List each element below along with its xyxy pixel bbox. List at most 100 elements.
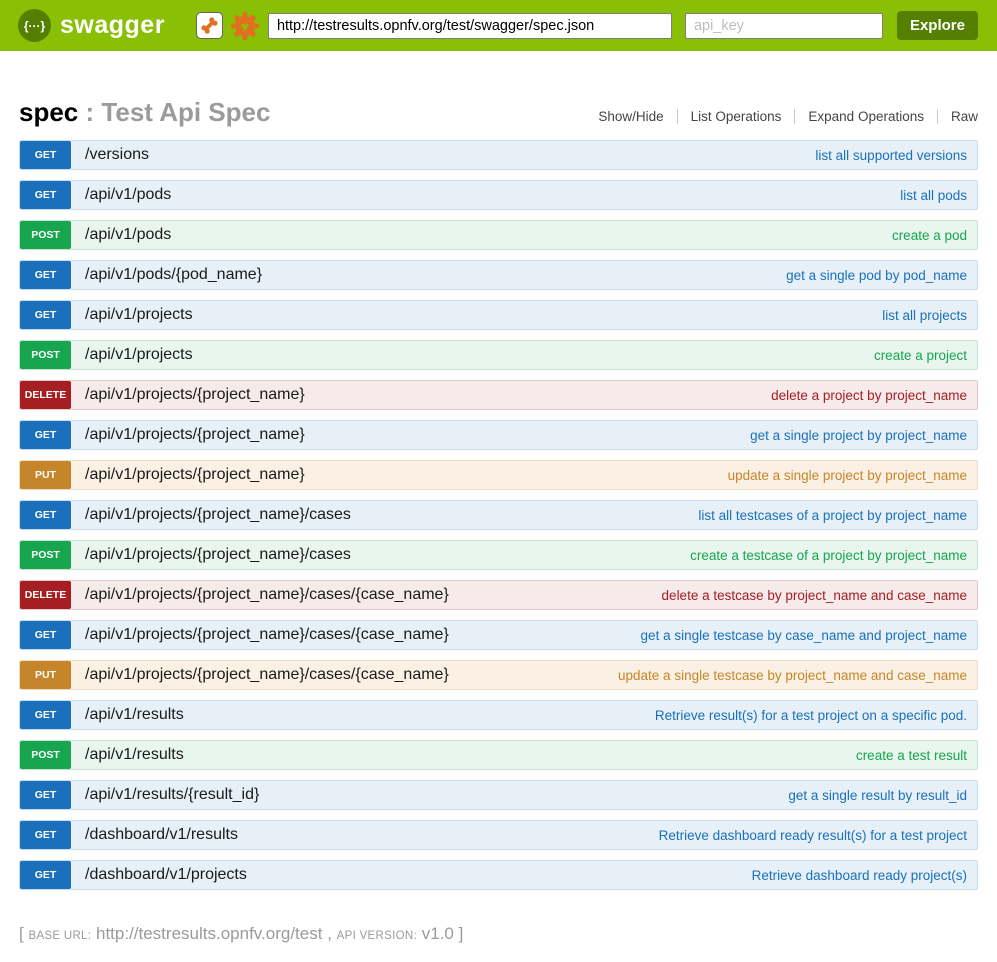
swagger-logo-glyph: {···} xyxy=(24,19,45,33)
endpoint-summary[interactable]: list all pods xyxy=(900,188,977,203)
endpoint-summary[interactable]: get a single result by result_id xyxy=(788,788,977,803)
endpoint-row[interactable]: POST/api/v1/pods create a pod xyxy=(19,220,978,250)
endpoint-path[interactable]: /api/v1/projects/{project_name} xyxy=(85,386,305,404)
endpoint-row[interactable]: GET/api/v1/projects list all projects xyxy=(19,300,978,330)
spec-url-input[interactable] xyxy=(268,13,672,39)
wordnik-gear-button[interactable]: ♥ xyxy=(230,11,260,41)
endpoint-summary[interactable]: create a pod xyxy=(892,228,977,243)
base-url-label: base url: xyxy=(28,930,91,942)
method-badge[interactable]: POST xyxy=(20,221,71,249)
endpoint-summary[interactable]: update a single project by project_name xyxy=(728,468,977,483)
method-badge[interactable]: POST xyxy=(20,541,71,569)
base-url-footer: [ base url: http://testresults.opnfv.org… xyxy=(19,924,978,944)
method-badge[interactable]: POST xyxy=(20,341,71,369)
endpoint-summary[interactable]: list all supported versions xyxy=(815,148,977,163)
nav-show-hide[interactable]: Show/Hide xyxy=(585,109,676,124)
endpoint-path[interactable]: /api/v1/pods xyxy=(85,226,171,244)
endpoint-path[interactable]: /api/v1/projects/{project_name}/cases/{c… xyxy=(85,586,449,604)
endpoint-row[interactable]: GET/api/v1/projects/{project_name}/cases… xyxy=(19,500,978,530)
endpoint-summary[interactable]: delete a project by project_name xyxy=(771,388,977,403)
endpoint-path[interactable]: /api/v1/pods/{pod_name} xyxy=(85,266,262,284)
resource-name: spec xyxy=(19,97,78,127)
endpoint-row[interactable]: GET/api/v1/results Retrieve result(s) for… xyxy=(19,700,978,730)
method-badge[interactable]: GET xyxy=(20,501,71,529)
method-badge[interactable]: GET xyxy=(20,861,71,889)
endpoint-row[interactable]: GET/api/v1/projects/{project_name}/cases… xyxy=(19,620,978,650)
endpoint-path[interactable]: /api/v1/results/{result_id} xyxy=(85,786,259,804)
endpoint-path[interactable]: /api/v1/projects xyxy=(85,306,193,324)
api-title: Test Api Spec xyxy=(101,97,270,127)
endpoint-row[interactable]: DELETE/api/v1/projects/{project_name}/ca… xyxy=(19,580,978,610)
endpoint-path[interactable]: /api/v1/projects/{project_name}/cases/{c… xyxy=(85,626,449,644)
endpoint-row[interactable]: PUT/api/v1/projects/{project_name} update… xyxy=(19,460,978,490)
method-badge[interactable]: GET xyxy=(20,821,71,849)
method-badge[interactable]: GET xyxy=(20,261,71,289)
method-badge[interactable]: GET xyxy=(20,141,71,169)
endpoint-row[interactable]: DELETE/api/v1/projects/{project_name} del… xyxy=(19,380,978,410)
bone-icon xyxy=(200,16,219,35)
endpoint-path[interactable]: /api/v1/pods xyxy=(85,186,171,204)
endpoint-row[interactable]: POST/api/v1/projects/{project_name}/case… xyxy=(19,540,978,570)
endpoint-path[interactable]: /api/v1/projects/{project_name}/cases xyxy=(85,546,351,564)
nav-list-operations[interactable]: List Operations xyxy=(677,109,795,124)
endpoint-summary[interactable]: Retrieve dashboard ready result(s) for a… xyxy=(659,828,977,843)
explore-button[interactable]: Explore xyxy=(897,11,978,40)
nav-expand-operations[interactable]: Expand Operations xyxy=(794,109,937,124)
endpoint-path[interactable]: /api/v1/projects/{project_name}/cases xyxy=(85,506,351,524)
endpoint-list: GET/versionslist all supported versionsG… xyxy=(19,140,978,890)
endpoint-summary[interactable]: update a single testcase by project_name… xyxy=(618,668,977,683)
endpoint-summary[interactable]: get a single project by project_name xyxy=(750,428,977,443)
pet-store-link-button[interactable] xyxy=(196,12,223,39)
footer-close-bracket: ] xyxy=(459,924,464,943)
endpoint-row[interactable]: PUT/api/v1/projects/{project_name}/cases… xyxy=(19,660,978,690)
endpoint-row[interactable]: POST/api/v1/projects create a project xyxy=(19,340,978,370)
endpoint-row[interactable]: GET/api/v1/pods list all pods xyxy=(19,180,978,210)
method-badge[interactable]: PUT xyxy=(20,461,71,489)
page-title: spec : Test Api Spec xyxy=(19,97,270,128)
endpoint-summary[interactable]: create a project xyxy=(874,348,977,363)
method-badge[interactable]: GET xyxy=(20,421,71,449)
endpoint-summary[interactable]: delete a testcase by project_name and ca… xyxy=(662,588,977,603)
endpoint-summary[interactable]: Retrieve result(s) for a test project on… xyxy=(655,708,977,723)
endpoint-path[interactable]: /api/v1/results xyxy=(85,746,184,764)
endpoint-row[interactable]: GET/dashboard/v1/projects Retrieve dashbo… xyxy=(19,860,978,890)
endpoint-summary[interactable]: create a test result xyxy=(856,748,977,763)
endpoint-row[interactable]: GET/api/v1/pods/{pod_name} get a single p… xyxy=(19,260,978,290)
endpoint-row[interactable]: GET/versions list all supported versions xyxy=(19,140,978,170)
method-badge[interactable]: POST xyxy=(20,741,71,769)
endpoint-path[interactable]: /dashboard/v1/projects xyxy=(85,866,247,884)
endpoint-path[interactable]: /api/v1/projects/{project_name} xyxy=(85,466,305,484)
method-badge[interactable]: DELETE xyxy=(20,381,71,409)
endpoint-path[interactable]: /api/v1/results xyxy=(85,706,184,724)
endpoint-path[interactable]: /versions xyxy=(85,146,149,164)
endpoint-summary[interactable]: list all projects xyxy=(882,308,977,323)
endpoint-row[interactable]: POST/api/v1/results create a test result xyxy=(19,740,978,770)
endpoint-summary[interactable]: Retrieve dashboard ready project(s) xyxy=(752,868,977,883)
content-area: spec : Test Api Spec Show/Hide List Oper… xyxy=(19,51,978,890)
endpoint-path[interactable]: /api/v1/projects/{project_name}/cases/{c… xyxy=(85,666,449,684)
method-badge[interactable]: GET xyxy=(20,701,71,729)
endpoint-summary[interactable]: list all testcases of a project by proje… xyxy=(698,508,977,523)
endpoint-summary[interactable]: get a single testcase by case_name and p… xyxy=(641,628,977,643)
method-badge[interactable]: GET xyxy=(20,301,71,329)
method-badge[interactable]: PUT xyxy=(20,661,71,689)
method-badge[interactable]: GET xyxy=(20,181,71,209)
endpoint-summary[interactable]: get a single pod by pod_name xyxy=(786,268,977,283)
footer-separator: , xyxy=(327,924,332,943)
method-badge[interactable]: GET xyxy=(20,621,71,649)
endpoint-path[interactable]: /api/v1/projects/{project_name} xyxy=(85,426,305,444)
endpoint-summary[interactable]: create a testcase of a project by projec… xyxy=(690,548,977,563)
api-version-label: api version: xyxy=(337,930,417,942)
endpoint-path[interactable]: /api/v1/projects xyxy=(85,346,193,364)
endpoint-row[interactable]: GET/api/v1/results/{result_id} get a sing… xyxy=(19,780,978,810)
resource-nav: Show/Hide List Operations Expand Operati… xyxy=(585,109,978,124)
method-badge[interactable]: DELETE xyxy=(20,581,71,609)
api-key-input[interactable] xyxy=(685,13,883,39)
endpoint-row[interactable]: GET/api/v1/projects/{project_name} get a … xyxy=(19,420,978,450)
nav-raw[interactable]: Raw xyxy=(937,109,978,124)
swagger-logo-icon: {···} xyxy=(18,9,51,42)
endpoint-row[interactable]: GET/dashboard/v1/results Retrieve dashboa… xyxy=(19,820,978,850)
footer-open-bracket: [ xyxy=(19,924,24,943)
method-badge[interactable]: GET xyxy=(20,781,71,809)
endpoint-path[interactable]: /dashboard/v1/results xyxy=(85,826,238,844)
